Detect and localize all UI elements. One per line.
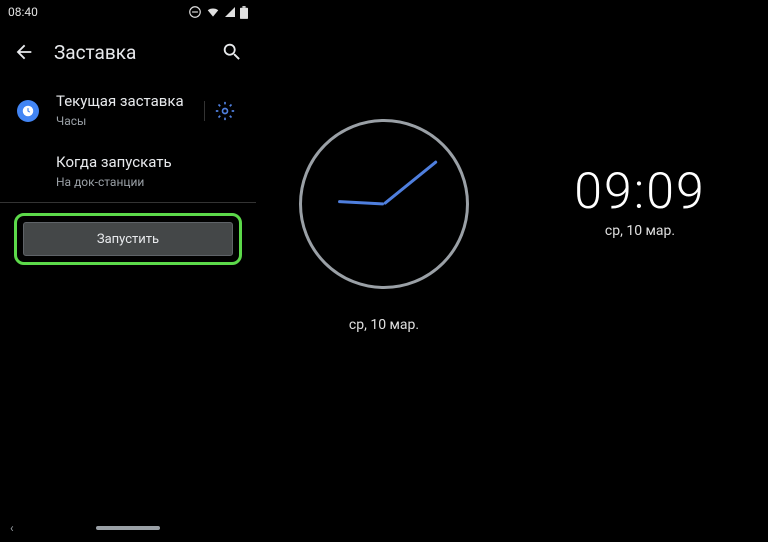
current-title: Текущая заставка [56, 92, 198, 112]
battery-icon [240, 6, 248, 19]
settings-panel: 08:40 Заставка Текущая заставка Часы [0, 0, 256, 542]
clock-app-icon [14, 97, 42, 125]
navigation-bar: ‹ [0, 518, 256, 538]
analog-clock [299, 119, 469, 289]
analog-date: ср, 10 мар. [349, 317, 419, 333]
digital-time: 09:09 [574, 163, 705, 221]
digital-clock-panel: 09:09 ср, 10 мар. [512, 0, 768, 542]
when-title: Когда запускать [56, 153, 244, 173]
page-title: Заставка [54, 41, 202, 64]
screensaver-settings-button[interactable] [204, 101, 244, 121]
appbar: Заставка [0, 24, 256, 80]
dnd-icon [188, 5, 202, 19]
nav-pill[interactable] [96, 526, 160, 530]
current-sub: Часы [56, 114, 198, 130]
start-button-label: Запустить [97, 232, 159, 247]
status-icons [188, 5, 248, 19]
nav-back-hint-icon: ‹ [10, 521, 14, 535]
highlight-box: Запустить [14, 213, 242, 265]
gear-icon [215, 101, 235, 121]
analog-clock-panel: ср, 10 мар. [256, 0, 512, 542]
status-time: 08:40 [8, 5, 188, 19]
wifi-icon [206, 5, 220, 19]
search-icon [221, 41, 243, 63]
search-button[interactable] [214, 34, 250, 70]
signal-icon [224, 6, 236, 18]
start-button[interactable]: Запустить [23, 222, 233, 256]
when-to-start-row[interactable]: Когда запускать На док-станции [0, 141, 256, 202]
status-bar: 08:40 [0, 0, 256, 24]
arrow-back-icon [13, 41, 35, 63]
current-screensaver-row[interactable]: Текущая заставка Часы [0, 80, 256, 141]
digital-date: ср, 10 мар. [605, 223, 675, 239]
when-sub: На док-станции [56, 175, 244, 191]
back-button[interactable] [6, 34, 42, 70]
